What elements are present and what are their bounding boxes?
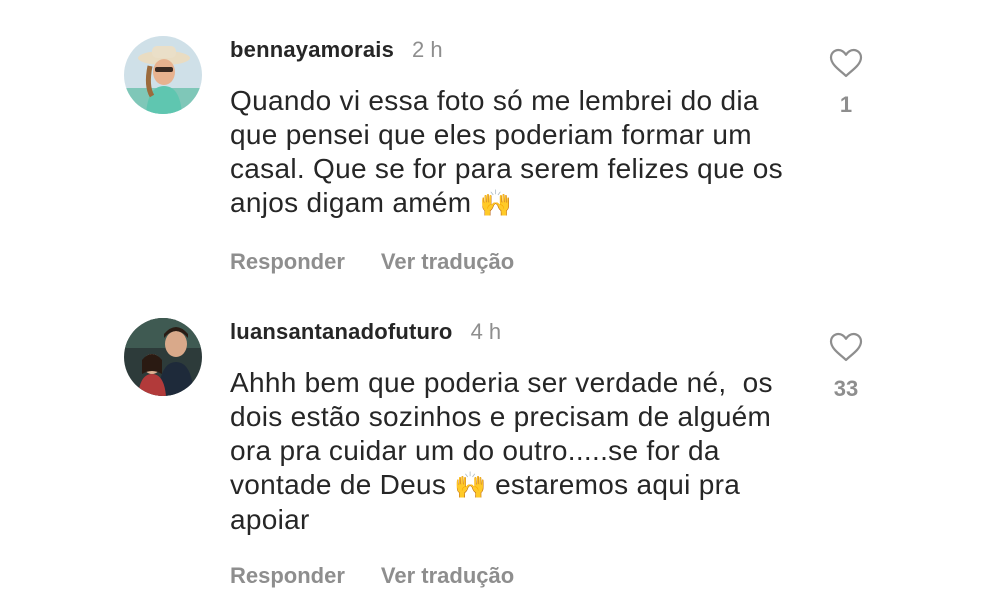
- raising-hands-emoji-icon: 🙌: [479, 189, 513, 219]
- avatar[interactable]: [124, 318, 202, 396]
- profile-photo-woman-hat-icon: [124, 36, 202, 114]
- comment-body: luansantanadofuturo 4 h Ahhh bem que pod…: [230, 318, 810, 589]
- comment-actions: Responder Ver tradução: [230, 249, 810, 275]
- see-translation-button[interactable]: Ver tradução: [381, 249, 514, 275]
- avatar[interactable]: [124, 36, 202, 114]
- comment-body: bennayamorais 2 h Quando vi essa foto só…: [230, 36, 810, 275]
- reply-button[interactable]: Responder: [230, 563, 345, 589]
- like-count: 1: [839, 92, 853, 117]
- heart-outline-icon[interactable]: [829, 48, 863, 78]
- comment-meta: luansantanadofuturo 4 h: [230, 318, 810, 346]
- profile-photo-two-people-icon: [124, 318, 202, 396]
- timestamp: 4 h: [470, 319, 502, 344]
- comment-text: Ahhh bem que poderia ser verdade né, os …: [230, 366, 810, 537]
- raising-hands-emoji-icon: 🙌: [454, 471, 487, 501]
- username[interactable]: luansantanadofuturo: [230, 319, 453, 345]
- like-count: 33: [833, 376, 859, 401]
- like-control: 33: [812, 332, 880, 402]
- timestamp: 2 h: [412, 37, 443, 62]
- heart-outline-icon[interactable]: [829, 332, 863, 362]
- comment-text: Quando vi essa foto só me lembrei do dia…: [230, 84, 810, 221]
- see-translation-button[interactable]: Ver tradução: [381, 563, 514, 589]
- comment-meta: bennayamorais 2 h: [230, 36, 810, 64]
- username[interactable]: bennayamorais: [230, 37, 394, 63]
- comment-actions: Responder Ver tradução: [230, 563, 810, 589]
- like-control: 1: [812, 48, 880, 118]
- reply-button[interactable]: Responder: [230, 249, 345, 275]
